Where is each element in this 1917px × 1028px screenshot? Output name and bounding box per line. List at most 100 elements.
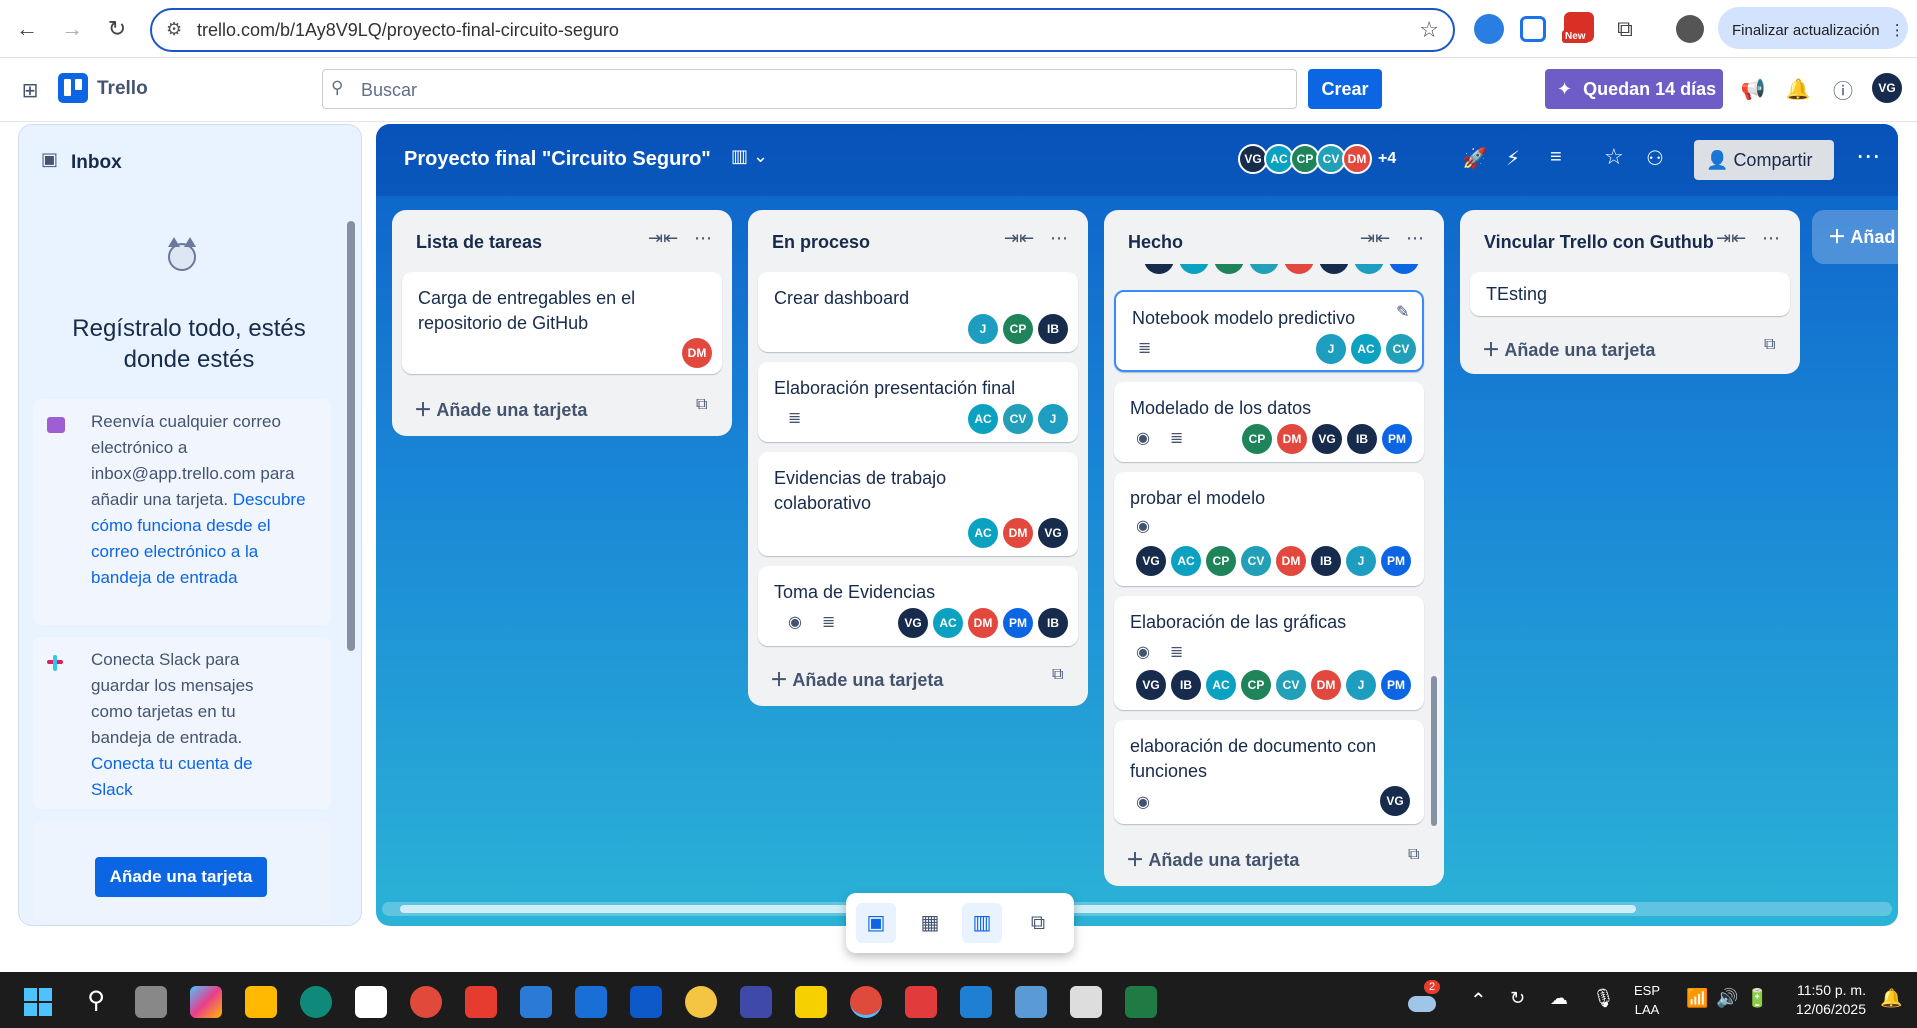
anydesk-icon[interactable]: [905, 986, 937, 1018]
clock[interactable]: 11:50 p. m. 12/06/2025: [1776, 981, 1866, 1019]
battery-icon[interactable]: 🔋: [1746, 988, 1768, 1009]
address-bar[interactable]: ⚙ trello.com/b/1Ay8V9LQ/proyecto-final-c…: [150, 8, 1455, 52]
slack-connect-link[interactable]: Conecta tu cuenta de Slack: [91, 754, 253, 799]
card[interactable]: Toma de Evidencias ◉ ≣ VG AC DM PM IB: [758, 566, 1078, 646]
reload-icon[interactable]: ↻: [102, 14, 132, 44]
wifi-icon[interactable]: 📶: [1686, 988, 1708, 1009]
list-title[interactable]: Hecho: [1128, 232, 1183, 253]
list-title[interactable]: Lista de tareas: [416, 232, 542, 253]
more-members[interactable]: +4: [1378, 144, 1396, 174]
filter-icon[interactable]: ≡: [1550, 146, 1562, 169]
start-windows-icon[interactable]: [22, 986, 54, 1018]
visibility-icon[interactable]: ⚇: [1646, 146, 1664, 171]
user-avatar[interactable]: VG: [1872, 73, 1902, 103]
bookmark-star-icon[interactable]: ☆: [1419, 17, 1439, 43]
help-icon[interactable]: ⓘ: [1828, 74, 1858, 104]
card[interactable]: TEsting: [1470, 272, 1790, 316]
card[interactable]: Elaboración de las gráficas ◉ ≣ VG IB AC…: [1114, 596, 1424, 710]
taskbar-search-icon[interactable]: ⚲: [80, 986, 112, 1018]
card[interactable]: Carga de entregables en el repositorio d…: [402, 272, 722, 374]
notifications-bell-icon[interactable]: 🔔: [1783, 74, 1813, 104]
automation-bolt-icon[interactable]: ⚡: [1506, 146, 1520, 171]
board-members[interactable]: VG AC CP CV DM +4: [1238, 144, 1396, 174]
add-card-button[interactable]: ＋ Añade una tarjeta: [1482, 336, 1655, 362]
list-title[interactable]: En proceso: [772, 232, 870, 253]
security-shield-icon[interactable]: [575, 986, 607, 1018]
create-from-template-icon[interactable]: ⧉: [696, 396, 707, 414]
forward-icon[interactable]: →: [57, 14, 87, 44]
card[interactable]: Notebook modelo predictivo ✎ ≣ J AC CV: [1114, 290, 1424, 372]
weather-icon[interactable]: 2: [1406, 980, 1441, 1016]
card[interactable]: probar el modelo ◉ VG AC CP CV DM IB J P…: [1114, 472, 1424, 586]
snipping-tool-icon[interactable]: [1015, 986, 1047, 1018]
create-button[interactable]: Crear: [1308, 69, 1382, 109]
card[interactable]: Crear dashboard J CP IB: [758, 272, 1078, 352]
defender-shield-icon[interactable]: [630, 986, 662, 1018]
app-name[interactable]: Trello: [97, 78, 148, 100]
excel-icon[interactable]: [1125, 986, 1157, 1018]
card[interactable]: Evidencias de trabajo colaborativo AC DM…: [758, 452, 1078, 556]
back-icon[interactable]: ←: [12, 14, 42, 44]
paint-icon[interactable]: [1070, 986, 1102, 1018]
chrome-active-icon[interactable]: [850, 986, 882, 1018]
chrome-icon[interactable]: [410, 986, 442, 1018]
share-button[interactable]: 👤 Compartir: [1694, 140, 1834, 180]
search-input[interactable]: ⚲ Buscar: [322, 69, 1297, 109]
board-view-icon[interactable]: ▥: [962, 903, 1002, 943]
card[interactable]: Elaboración presentación final ≣ AC CV J: [758, 362, 1078, 442]
notepad-icon[interactable]: [520, 986, 552, 1018]
member-avatar[interactable]: DM: [1342, 144, 1372, 174]
update-button[interactable]: Finalizar actualización ⋮: [1718, 7, 1908, 49]
list-title[interactable]: Vincular Trello con Guthub: [1484, 232, 1714, 253]
inbox-scrollbar[interactable]: [345, 201, 357, 921]
switch-boards-icon[interactable]: ⧉: [1018, 903, 1058, 943]
site-info-icon[interactable]: ⚙: [166, 19, 182, 40]
collapse-list-icon[interactable]: ⇥⇤: [648, 228, 678, 249]
edit-card-icon[interactable]: ✎: [1396, 302, 1409, 322]
star-board-icon[interactable]: ☆: [1604, 144, 1624, 170]
edge-browser-icon[interactable]: [300, 986, 332, 1018]
profile-avatar[interactable]: [1676, 15, 1704, 43]
new-extension-icon[interactable]: New: [1562, 12, 1594, 43]
app-switcher-icon[interactable]: ⊞: [15, 75, 45, 105]
bitwarden-icon[interactable]: [740, 986, 772, 1018]
trello-logo-icon[interactable]: [58, 73, 88, 103]
list-scrollbar-thumb[interactable]: [1431, 676, 1437, 826]
inbox-view-icon[interactable]: ▣: [856, 903, 896, 943]
sticky-notes-icon[interactable]: [795, 986, 827, 1018]
microphone-icon[interactable]: 🎙: [1592, 988, 1615, 1009]
add-card-button[interactable]: ＋ Añade una tarjeta: [1126, 846, 1299, 872]
collapse-list-icon[interactable]: ⇥⇤: [1004, 228, 1034, 249]
trial-button[interactable]: ✦ Quedan 14 días: [1545, 69, 1723, 109]
volume-icon[interactable]: 🔊: [1716, 988, 1738, 1009]
task-view-icon[interactable]: [135, 986, 167, 1018]
copilot-taskbar-icon[interactable]: [190, 986, 222, 1018]
card[interactable]: elaboración de documento con funciones ◉…: [1114, 720, 1424, 824]
extensions-puzzle-icon[interactable]: ⧉: [1610, 14, 1640, 44]
language-indicator[interactable]: ESP LAA: [1634, 981, 1660, 1019]
card[interactable]: Modelado de los datos ◉ ≣ CP DM VG IB PM: [1114, 382, 1424, 462]
list-menu-icon[interactable]: ⋯: [1050, 228, 1068, 249]
list-menu-icon[interactable]: ⋯: [694, 228, 712, 249]
add-list-button[interactable]: ＋ Añad: [1812, 210, 1898, 264]
maps-pin-icon[interactable]: [685, 986, 717, 1018]
board-view-switch-icon[interactable]: ▥ ⌄: [731, 146, 768, 167]
notification-center-icon[interactable]: 🔔: [1880, 988, 1902, 1009]
sync-icon[interactable]: ↻: [1510, 988, 1525, 1009]
list-menu-icon[interactable]: ⋯: [1762, 228, 1780, 249]
create-from-template-icon[interactable]: ⧉: [1052, 666, 1063, 684]
office-icon[interactable]: [465, 986, 497, 1018]
board-title[interactable]: Proyecto final "Circuito Seguro": [404, 148, 711, 171]
create-from-template-icon[interactable]: ⧉: [1764, 336, 1775, 354]
inbox-add-card-button[interactable]: Añade una tarjeta: [95, 857, 267, 897]
board-horizontal-scrollbar[interactable]: [382, 902, 1892, 916]
add-card-button[interactable]: ＋ Añade una tarjeta: [414, 396, 587, 422]
onedrive-cloud-icon[interactable]: ☁: [1550, 988, 1568, 1009]
inbox-scrollbar-thumb[interactable]: [347, 221, 355, 651]
vscode-icon[interactable]: [960, 986, 992, 1018]
create-from-template-icon[interactable]: ⧉: [1408, 846, 1419, 864]
collapse-list-icon[interactable]: ⇥⇤: [1716, 228, 1746, 249]
store-icon[interactable]: [355, 986, 387, 1018]
board-menu-icon[interactable]: ⋯: [1856, 142, 1880, 171]
list-scrollbar[interactable]: [1430, 266, 1438, 826]
